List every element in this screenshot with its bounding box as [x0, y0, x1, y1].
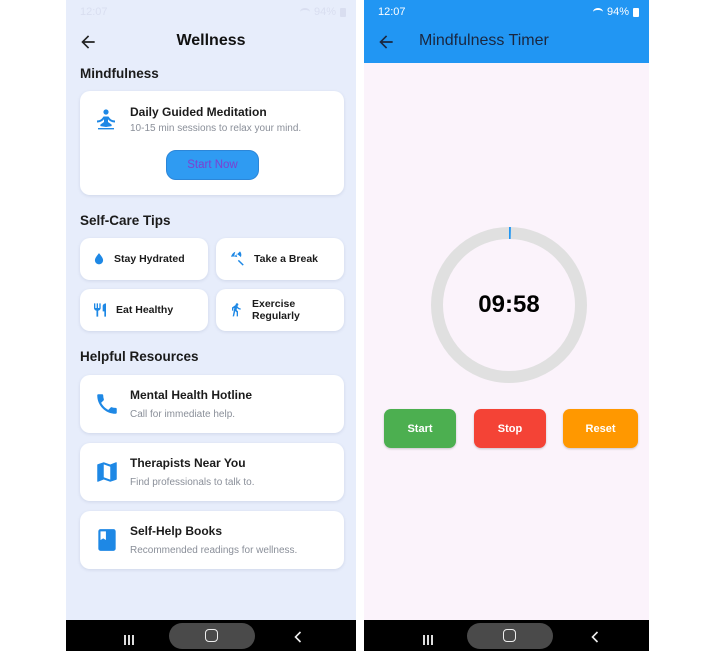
resource-title: Therapists Near You [130, 456, 246, 470]
page-title: Wellness [176, 32, 246, 49]
status-bar: 12:07 94% [364, 0, 649, 24]
timer-screen: 12:07 94% Mindfulness Timer 09:58 Start … [364, 0, 649, 651]
meditation-card: Daily Guided Meditation 10-15 min sessio… [80, 91, 344, 195]
recents-icon[interactable] [423, 632, 435, 650]
stop-button[interactable]: Stop [474, 409, 546, 448]
status-time: 12:07 [80, 6, 108, 18]
meditation-icon [97, 109, 115, 130]
nav-back-icon[interactable] [590, 631, 600, 643]
book-icon [98, 529, 116, 551]
resource-subtitle: Recommended readings for wellness. [130, 545, 298, 556]
section-title-mindfulness: Mindfulness [80, 66, 159, 81]
tip-label: Exercise Regularly [252, 298, 300, 322]
header: Wellness [66, 24, 356, 60]
beach-umbrella-icon [231, 251, 244, 266]
home-button[interactable] [169, 623, 255, 649]
resource-books[interactable]: Self-Help Books Recommended readings for… [80, 511, 344, 569]
meditation-subtitle: 10-15 min sessions to relax your mind. [130, 123, 302, 134]
map-icon [97, 462, 117, 482]
system-nav-bar [66, 620, 356, 651]
tip-stay-hydrated[interactable]: Stay Hydrated [80, 238, 208, 280]
wifi-icon [592, 8, 603, 16]
recents-icon[interactable] [124, 632, 136, 650]
back-arrow-icon[interactable] [376, 32, 396, 52]
meditation-title: Daily Guided Meditation [130, 105, 267, 119]
wifi-icon [299, 8, 310, 16]
app-bar: 12:07 94% Mindfulness Timer [364, 0, 649, 63]
resource-subtitle: Call for immediate help. [130, 409, 236, 420]
status-bar: 12:07 94% [66, 0, 356, 24]
start-button[interactable]: Start [384, 409, 456, 448]
status-time: 12:07 [378, 6, 406, 18]
section-title-resources: Helpful Resources [80, 349, 199, 364]
battery-icon [340, 7, 346, 17]
tip-label: Eat Healthy [116, 304, 174, 316]
phone-icon [97, 394, 117, 414]
page-title: Mindfulness Timer [419, 32, 549, 49]
home-icon [205, 629, 218, 642]
battery-percent: 94% [313, 6, 336, 18]
home-button[interactable] [467, 623, 553, 649]
resource-title: Mental Health Hotline [130, 388, 253, 402]
water-drop-icon [94, 253, 104, 265]
tip-take-a-break[interactable]: Take a Break [216, 238, 344, 280]
running-icon [232, 303, 241, 317]
resource-title: Self-Help Books [130, 524, 223, 538]
tip-label: Take a Break [254, 253, 319, 265]
battery-percent: 94% [606, 6, 629, 18]
start-now-button[interactable]: Start Now [166, 150, 259, 180]
system-nav-bar [364, 620, 649, 651]
battery-icon [633, 7, 639, 17]
wellness-screen: 12:07 94% Wellness Mindfulness Daily Gui… [66, 0, 356, 651]
resource-hotline[interactable]: Mental Health Hotline Call for immediate… [80, 375, 344, 433]
reset-button[interactable]: Reset [563, 409, 638, 448]
resource-therapists[interactable]: Therapists Near You Find professionals t… [80, 443, 344, 501]
tip-exercise-regularly[interactable]: Exercise Regularly [216, 289, 344, 331]
fork-knife-icon [94, 303, 106, 317]
timer-display: 09:58 [478, 291, 540, 318]
tip-label: Stay Hydrated [114, 253, 185, 265]
resource-subtitle: Find professionals to talk to. [130, 477, 255, 488]
section-title-self-care: Self-Care Tips [80, 213, 171, 228]
home-icon [503, 629, 516, 642]
nav-back-icon[interactable] [293, 631, 303, 643]
tip-eat-healthy[interactable]: Eat Healthy [80, 289, 208, 331]
